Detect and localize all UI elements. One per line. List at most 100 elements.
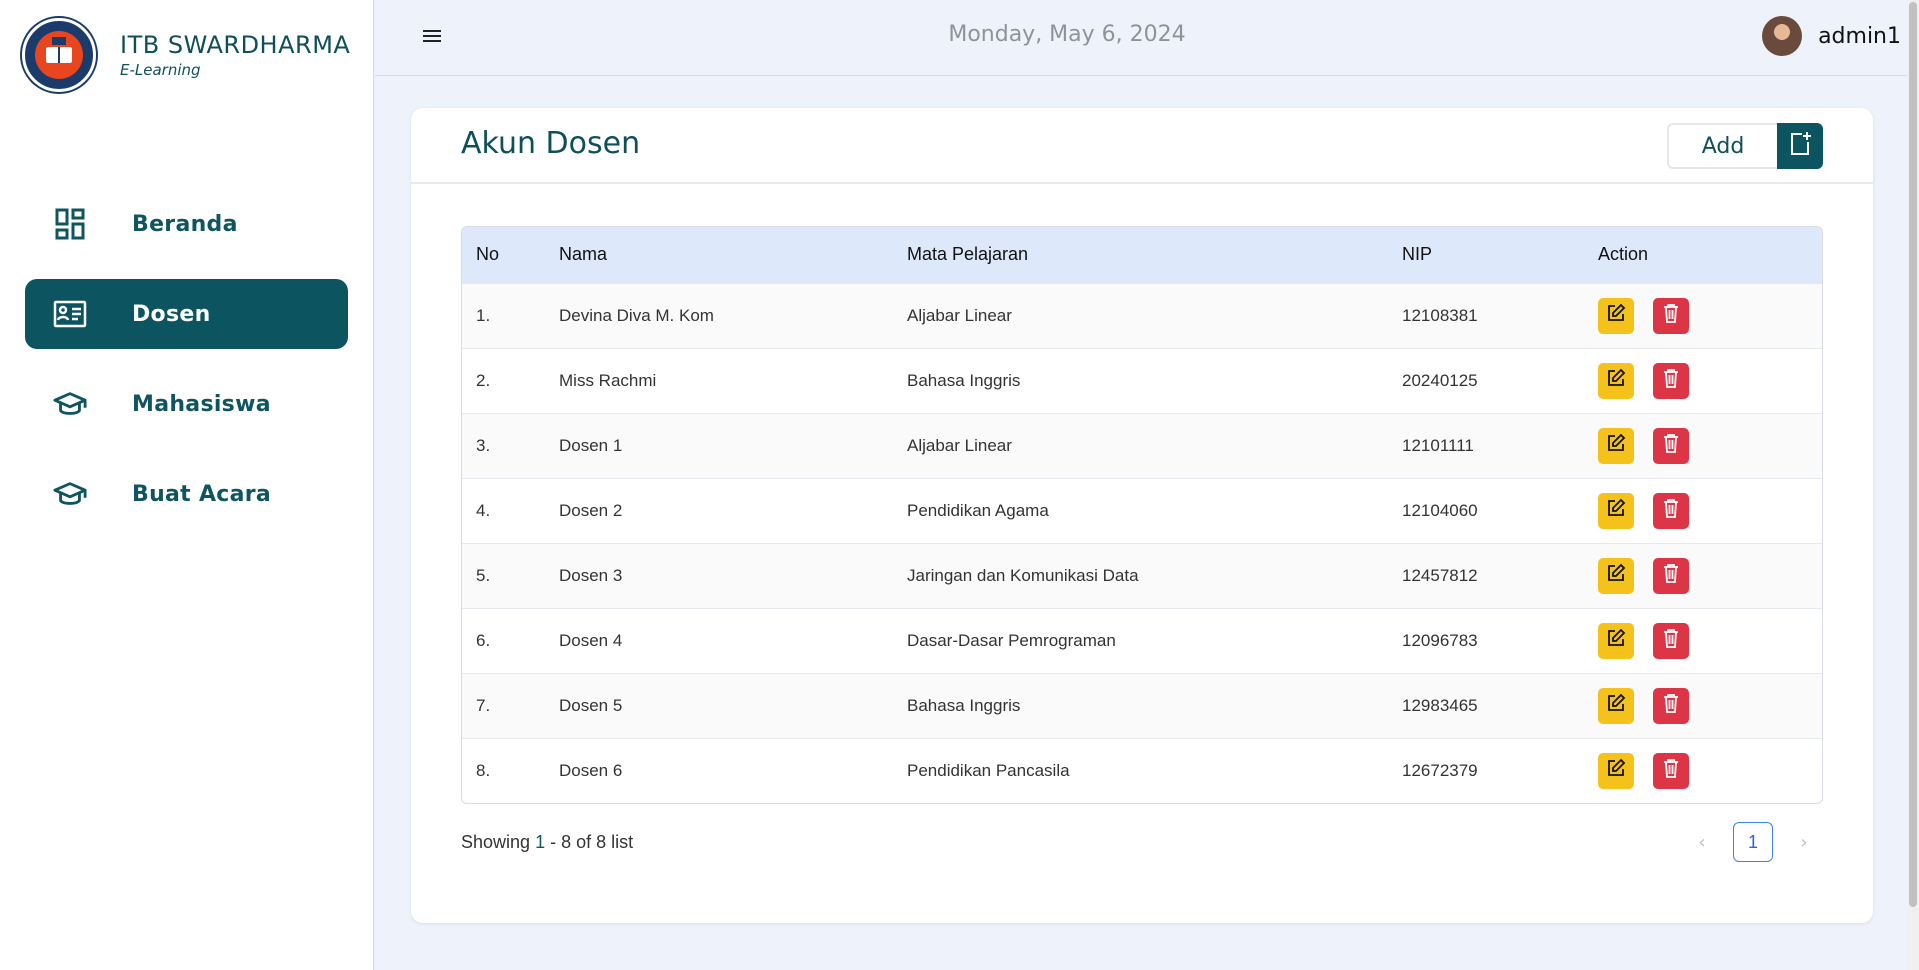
delete-button[interactable] (1653, 622, 1689, 659)
edit-button[interactable] (1598, 297, 1634, 334)
cell-mata-pelajaran: Aljabar Linear (907, 305, 1012, 325)
edit-button[interactable] (1598, 557, 1634, 594)
pagination-info: Showing 1 - 8 of 8 list (461, 832, 633, 853)
edit-button[interactable] (1598, 752, 1634, 789)
cell-no: 5. (476, 565, 491, 585)
table-row: 2. Miss Rachmi Bahasa Inggris 20240125 (462, 348, 1822, 413)
edit-icon (1606, 628, 1626, 653)
cell-mata-pelajaran: Bahasa Inggris (907, 695, 1021, 715)
pagination: ‹ 1 › (1683, 822, 1823, 862)
sidebar-item-beranda[interactable]: Beranda (25, 189, 348, 259)
cell-mata-pelajaran: Jaringan dan Komunikasi Data (907, 565, 1139, 585)
add-button[interactable]: Add (1667, 123, 1777, 169)
cell-action (1598, 478, 1822, 543)
table-header-row: No Nama Mata Pelajaran NIP Action (462, 227, 1822, 283)
cell-mata-pelajaran: Bahasa Inggris (907, 370, 1021, 390)
cell-nip: 12104060 (1402, 500, 1478, 520)
table-row: 1. Devina Diva M. Kom Aljabar Linear 121083… (462, 283, 1822, 348)
cell-no: 7. (476, 695, 491, 715)
cell-no: 4. (476, 500, 491, 520)
cell-mata-pelajaran: Aljabar Linear (907, 435, 1012, 455)
sidebar-item-mahasiswa[interactable]: Mahasiswa (25, 369, 348, 439)
delete-button[interactable] (1653, 557, 1689, 594)
edit-button[interactable] (1598, 427, 1634, 464)
dashboard-icon (53, 207, 87, 241)
brand-subtitle: E-Learning (120, 61, 201, 79)
page-button[interactable]: 1 (1733, 822, 1773, 862)
cell-nip: 20240125 (1402, 370, 1478, 390)
sidebar: ITB SWARDHARMA E-Learning Beranda Dosen … (0, 0, 374, 970)
table-row: 3. Dosen 1 Aljabar Linear 12101111 (462, 413, 1822, 478)
delete-button[interactable] (1653, 752, 1689, 789)
sidebar-item-dosen[interactable]: Dosen (25, 279, 348, 349)
page-scrollbar[interactable] (1907, 0, 1919, 970)
add-document-icon (1788, 131, 1812, 161)
sidebar-item-label: Mahasiswa (132, 391, 271, 417)
delete-button[interactable] (1653, 687, 1689, 724)
cell-no: 2. (476, 370, 491, 390)
cell-action (1598, 608, 1822, 673)
add-icon-button[interactable] (1777, 123, 1823, 169)
table-row: 7. Dosen 5 Bahasa Inggris 12983465 (462, 673, 1822, 738)
cell-no: 8. (476, 760, 491, 780)
edit-button[interactable] (1598, 622, 1634, 659)
delete-button[interactable] (1653, 297, 1689, 334)
cell-nip: 12672379 (1402, 760, 1478, 780)
delete-button[interactable] (1653, 492, 1689, 529)
edit-icon (1606, 368, 1626, 393)
delete-button[interactable] (1653, 362, 1689, 399)
user-menu[interactable]: admin1 (1762, 16, 1901, 56)
add-button-group: Add (1667, 123, 1823, 169)
sidebar-item-label: Buat Acara (132, 481, 272, 507)
cell-no: 3. (476, 435, 491, 455)
edit-button[interactable] (1598, 687, 1634, 724)
edit-icon (1606, 433, 1626, 458)
id-card-icon (53, 297, 87, 331)
username: admin1 (1818, 23, 1901, 49)
dosen-table: No Nama Mata Pelajaran NIP Action 1. Devi… (461, 226, 1823, 804)
cell-nip: 12108381 (1402, 305, 1478, 325)
trash-icon (1663, 368, 1679, 393)
itb-logo (22, 18, 96, 92)
trash-icon (1663, 563, 1679, 588)
scrollbar-thumb[interactable] (1909, 2, 1917, 907)
trash-icon (1663, 693, 1679, 718)
column-header-nama: Nama (559, 244, 608, 265)
card-header: Akun Dosen Add (411, 108, 1873, 184)
cell-nama: Dosen 2 (559, 500, 623, 520)
table-row: 6. Dosen 4 Dasar-Dasar Pemrograman 12096783 (462, 608, 1822, 673)
edit-icon (1606, 758, 1626, 783)
column-header-no: No (476, 244, 500, 265)
chevron-right-icon[interactable]: › (1785, 823, 1823, 861)
cell-nama: Dosen 6 (559, 760, 623, 780)
table-row: 4. Dosen 2 Pendidikan Agama 12104060 (462, 478, 1822, 543)
trash-icon (1663, 628, 1679, 653)
brand[interactable]: ITB SWARDHARMA E-Learning (22, 18, 350, 92)
edit-icon (1606, 498, 1626, 523)
cell-nip: 12096783 (1402, 630, 1478, 650)
graduation-cap-icon (53, 477, 87, 511)
edit-icon (1606, 303, 1626, 328)
cell-action (1598, 543, 1822, 608)
dosen-card: Akun Dosen Add No Nama Mata Pelajaran NI… (411, 108, 1873, 923)
graduation-cap-icon (53, 387, 87, 421)
cell-action (1598, 673, 1822, 738)
edit-button[interactable] (1598, 362, 1634, 399)
column-header-nip: NIP (1402, 244, 1433, 265)
cell-nama: Dosen 4 (559, 630, 623, 650)
chevron-left-icon[interactable]: ‹ (1683, 823, 1721, 861)
edit-icon (1606, 563, 1626, 588)
cell-action (1598, 283, 1822, 348)
trash-icon (1663, 498, 1679, 523)
cell-action (1598, 348, 1822, 413)
edit-button[interactable] (1598, 492, 1634, 529)
cell-mata-pelajaran: Pendidikan Agama (907, 500, 1049, 520)
table-row: 8. Dosen 6 Pendidikan Pancasila 12672379 (462, 738, 1822, 803)
cell-nip: 12101111 (1402, 435, 1474, 455)
cell-nama: Dosen 3 (559, 565, 623, 585)
sidebar-item-buat-acara[interactable]: Buat Acara (25, 459, 348, 529)
delete-button[interactable] (1653, 427, 1689, 464)
sidebar-item-label: Dosen (132, 301, 211, 327)
pagination-range-start: 1 (535, 832, 546, 852)
column-header-mata-pelajaran: Mata Pelajaran (907, 244, 1029, 265)
